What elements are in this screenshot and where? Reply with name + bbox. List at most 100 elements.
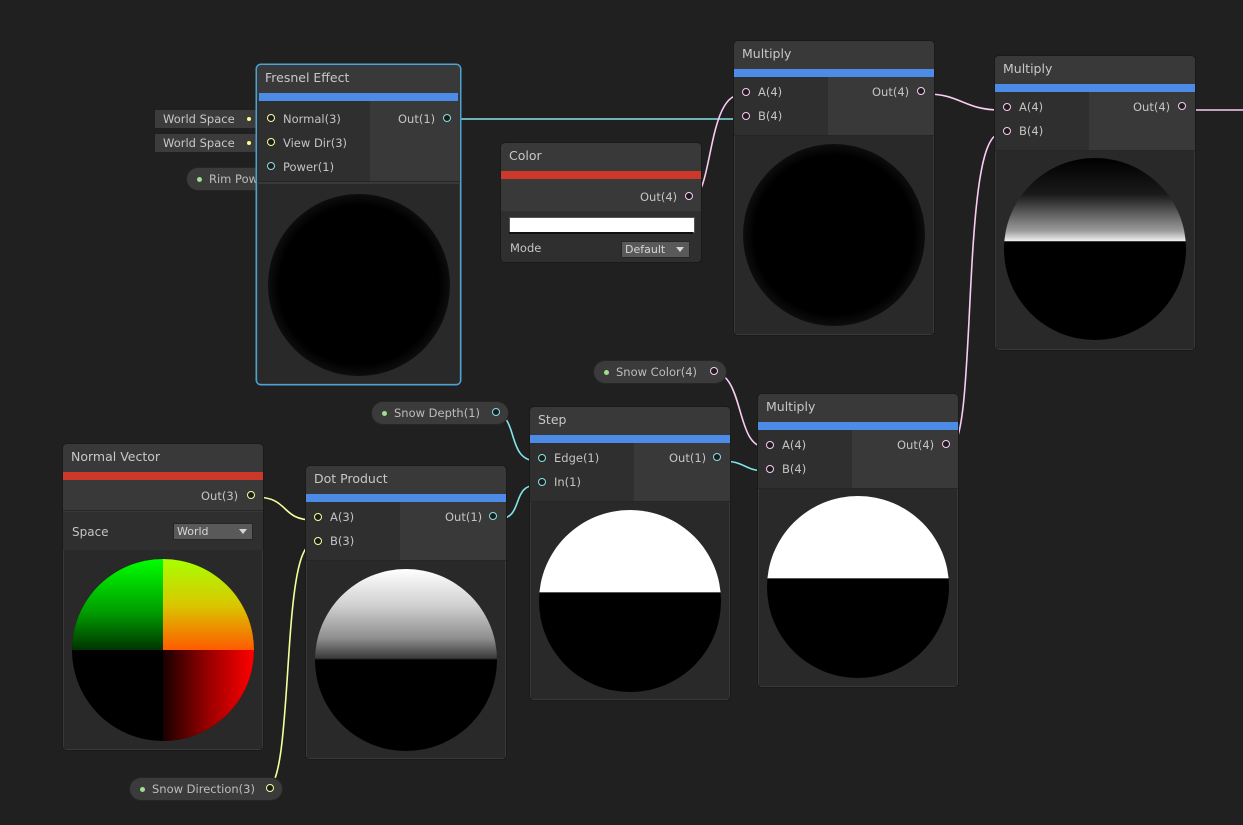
node-multiply-3[interactable]: Multiply A(4) B(4) Out(4) (758, 394, 958, 687)
node-preview (735, 136, 933, 334)
preview-sphere (1004, 158, 1186, 340)
node-ports: Out(4) (501, 179, 701, 212)
input-port-normal[interactable] (267, 114, 275, 122)
input-port-a[interactable] (766, 441, 774, 449)
normal-space-default[interactable]: World Space (155, 110, 257, 128)
space-dropdown-value: World (177, 525, 209, 538)
input-port-in[interactable] (538, 478, 546, 486)
property-snow-depth[interactable]: Snow Depth(1) (372, 402, 508, 424)
property-snow-color-label: Snow Color(4) (616, 365, 697, 379)
node-ports: A(4) B(4) Out(4) (758, 430, 958, 489)
port-label-a: A(4) (782, 438, 807, 452)
port-label-out: Out(1) (669, 451, 707, 465)
port-label-power: Power(1) (283, 160, 335, 174)
node-color-bar (306, 494, 506, 502)
node-dot-product[interactable]: Dot Product A(3) B(3) Out(1) (306, 466, 506, 759)
viewdir-space-label: World Space (163, 136, 235, 150)
node-preview (531, 502, 729, 699)
input-port-b[interactable] (766, 465, 774, 473)
input-port-power[interactable] (267, 162, 275, 170)
input-port-a[interactable] (1003, 103, 1011, 111)
port-label-out: Out(1) (398, 112, 436, 126)
node-preview (258, 184, 459, 383)
output-port-out[interactable] (266, 784, 274, 792)
property-indicator-icon (604, 370, 609, 375)
preview-sphere (767, 496, 949, 678)
input-port-b[interactable] (1003, 127, 1011, 135)
node-ports: A(4) B(4) Out(4) (734, 77, 934, 136)
node-title: Dot Product (314, 471, 388, 486)
preview-sphere (268, 194, 450, 376)
preview-sphere (539, 510, 721, 692)
port-label-view-dir: View Dir(3) (283, 136, 348, 150)
output-port-out[interactable] (247, 491, 255, 499)
port-label-out: Out(4) (640, 190, 678, 204)
input-port-edge[interactable] (538, 454, 546, 462)
port-label-out: Out(4) (897, 438, 935, 452)
node-multiply-2[interactable]: Multiply A(4) B(4) Out(4) (995, 56, 1195, 350)
property-indicator-icon (382, 411, 387, 416)
output-port-out[interactable] (942, 440, 950, 448)
port-label-in: In(1) (554, 475, 581, 489)
node-title: Multiply (1003, 61, 1053, 76)
port-label-normal: Normal(3) (283, 112, 341, 126)
output-port-out[interactable] (492, 408, 500, 416)
node-multiply-1[interactable]: Multiply A(4) B(4) Out(4) (734, 41, 934, 335)
output-port-out[interactable] (685, 192, 693, 200)
viewdir-space-default[interactable]: World Space (155, 134, 257, 152)
node-color-bar (501, 171, 701, 179)
output-port-out[interactable] (713, 453, 721, 461)
property-snow-depth-label: Snow Depth(1) (394, 406, 481, 420)
port-label-a: A(3) (330, 510, 355, 524)
property-indicator-icon (140, 787, 145, 792)
port-label-out: Out(4) (872, 85, 910, 99)
output-port-out[interactable] (710, 367, 718, 375)
node-title: Multiply (766, 399, 816, 414)
property-indicator-icon (197, 177, 202, 182)
node-ports: A(4) B(4) Out(4) (995, 92, 1195, 151)
port-label-b: B(3) (330, 534, 355, 548)
node-color-bar (63, 472, 263, 480)
port-label-b: B(4) (782, 462, 807, 476)
node-title: Color (509, 148, 542, 163)
input-port-view-dir[interactable] (267, 138, 275, 146)
node-ports: Out(3) (63, 480, 263, 511)
input-port-b[interactable] (742, 112, 750, 120)
chevron-down-icon (239, 529, 247, 534)
mode-dropdown-value: Default (625, 243, 666, 256)
preview-sphere (72, 559, 254, 741)
property-snow-direction[interactable]: Snow Direction(3) (130, 778, 282, 800)
node-color-bar (530, 435, 730, 443)
color-swatch[interactable] (509, 217, 695, 233)
output-port-out[interactable] (489, 512, 497, 520)
port-label-b: B(4) (1019, 124, 1044, 138)
node-fresnel-effect[interactable]: Fresnel Effect Normal(3) View Dir(3) Pow… (257, 65, 460, 384)
output-port-out[interactable] (917, 87, 925, 95)
space-label: Space (72, 525, 109, 539)
preview-sphere (315, 569, 497, 751)
preview-sphere (743, 144, 925, 326)
node-ports: A(3) B(3) Out(1) (306, 502, 506, 561)
port-dot-icon (247, 117, 251, 121)
node-step[interactable]: Step Edge(1) In(1) Out(1) (530, 407, 730, 700)
node-color-bar (259, 93, 458, 101)
node-title: Normal Vector (71, 449, 161, 464)
property-snow-direction-label: Snow Direction(3) (152, 782, 255, 796)
node-color-bar (995, 84, 1195, 92)
output-port-out[interactable] (443, 114, 451, 122)
node-color[interactable]: Color Out(4) Mode Default (501, 143, 701, 262)
space-dropdown[interactable]: World (173, 523, 253, 540)
port-label-a: A(4) (758, 85, 783, 99)
node-title: Multiply (742, 46, 792, 61)
property-snow-color[interactable]: Snow Color(4) (594, 361, 726, 383)
chevron-down-icon (676, 247, 684, 252)
output-port-out[interactable] (1178, 102, 1186, 110)
input-port-b[interactable] (314, 537, 322, 545)
input-port-a[interactable] (314, 513, 322, 521)
node-ports: Edge(1) In(1) Out(1) (530, 443, 730, 502)
node-preview (996, 151, 1194, 349)
node-normal-vector[interactable]: Normal Vector Out(3) Space World (63, 444, 263, 750)
mode-dropdown[interactable]: Default (621, 241, 690, 258)
node-preview (759, 489, 957, 686)
input-port-a[interactable] (742, 88, 750, 96)
